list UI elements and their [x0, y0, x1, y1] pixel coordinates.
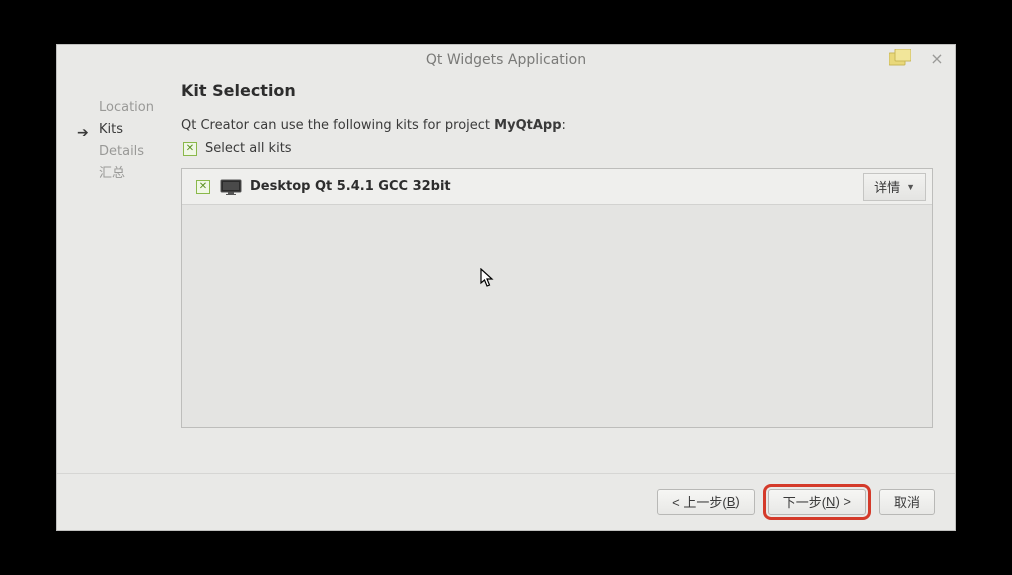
main-panel: Kit Selection Qt Creator can use the fol… [181, 75, 947, 473]
step-summary: 汇总 [77, 163, 181, 185]
kit-row[interactable]: ✕ Desktop Qt 5.4.1 GCC 32bit 详情 ▼ [182, 169, 932, 205]
step-label: Location [99, 100, 154, 115]
content-area: Location ➔ Kits Details 汇总 Kit Selection… [57, 75, 955, 473]
select-all-label: Select all kits [205, 141, 292, 156]
step-label: Details [99, 144, 144, 159]
next-button[interactable]: 下一步(N) > [768, 489, 866, 515]
step-details: Details [77, 141, 181, 163]
select-all-kits-row[interactable]: ✕ Select all kits [183, 141, 933, 156]
folder-icon [889, 49, 911, 67]
step-label: 汇总 [99, 166, 125, 181]
chevron-down-icon: ▼ [906, 182, 915, 192]
kit-checkbox[interactable]: ✕ [196, 180, 210, 194]
kit-details-button[interactable]: 详情 ▼ [863, 173, 926, 201]
description-text: Qt Creator can use the following kits fo… [181, 118, 933, 133]
window-title: Qt Widgets Application [426, 52, 586, 68]
desktop-monitor-icon [220, 179, 242, 195]
select-all-checkbox[interactable]: ✕ [183, 142, 197, 156]
close-icon[interactable]: × [929, 51, 945, 67]
kit-name: Desktop Qt 5.4.1 GCC 32bit [250, 179, 863, 194]
wizard-footer: < 上一步(B) 下一步(N) > 取消 [57, 473, 955, 529]
cancel-button[interactable]: 取消 [879, 489, 935, 515]
kits-list-panel: ✕ Desktop Qt 5.4.1 GCC 32bit 详情 ▼ [181, 168, 933, 428]
next-button-highlight: 下一步(N) > [763, 484, 871, 520]
step-label: Kits [99, 122, 123, 137]
step-kits: ➔ Kits [77, 119, 181, 141]
wizard-steps-sidebar: Location ➔ Kits Details 汇总 [65, 75, 181, 473]
titlebar: Qt Widgets Application × [57, 45, 955, 75]
back-button[interactable]: < 上一步(B) [657, 489, 755, 515]
project-name: MyQtApp [494, 118, 561, 133]
page-heading: Kit Selection [181, 81, 933, 100]
wizard-dialog: Qt Widgets Application × Location ➔ Kits… [56, 44, 956, 531]
step-location: Location [77, 97, 181, 119]
details-label: 详情 [874, 177, 900, 196]
